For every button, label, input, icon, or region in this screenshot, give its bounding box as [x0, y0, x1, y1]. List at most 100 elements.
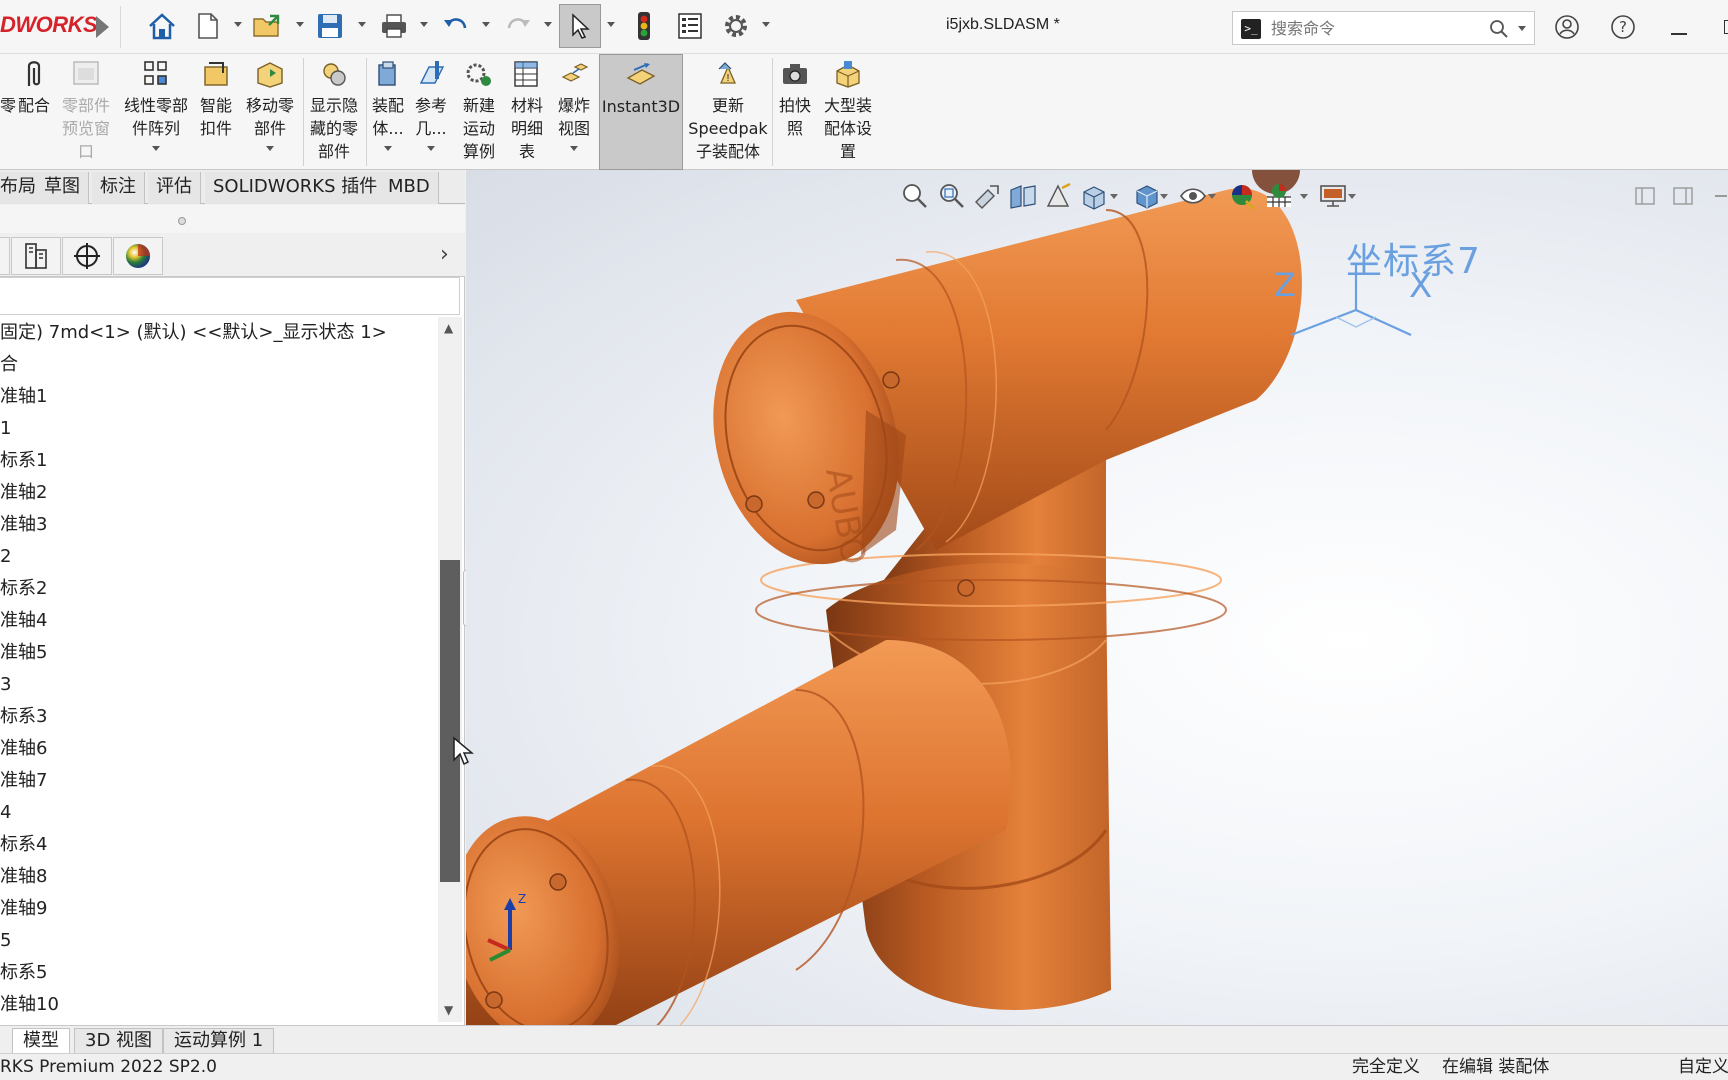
ribbon-assembly-features-button[interactable]: 装配 体...	[369, 54, 407, 170]
save-icon[interactable]	[314, 10, 346, 42]
command-search-box[interactable]: >_	[1232, 11, 1535, 45]
ribbon-take-snapshot-button[interactable]: 拍快 照	[775, 54, 815, 170]
graphics-viewport[interactable]: AUBO 坐标系7 Z X Z	[466, 170, 1728, 1025]
robot-arm-model[interactable]: AUBO	[466, 170, 1728, 1025]
feature-tree-item[interactable]: 2	[0, 541, 436, 573]
hide-show-dropdown-icon[interactable]	[1204, 178, 1220, 214]
print-dropdown-icon[interactable]	[420, 22, 428, 27]
configuration-manager-tab[interactable]	[62, 237, 112, 275]
tab-markup[interactable]: 标注	[92, 172, 145, 204]
search-input[interactable]	[1271, 17, 1481, 39]
feature-tree-item[interactable]: 准轴1	[0, 381, 436, 413]
tab-3d-views[interactable]: 3D 视图	[74, 1028, 164, 1054]
redo-dropdown-icon[interactable]	[544, 22, 552, 27]
maximize-window-icon[interactable]	[1716, 12, 1728, 42]
feature-tree-item[interactable]: 合	[0, 349, 436, 381]
help-icon[interactable]: ?	[1608, 12, 1638, 42]
viewport-split-left-icon[interactable]	[1628, 178, 1662, 214]
options-gear-icon[interactable]	[720, 10, 752, 42]
open-dropdown-icon[interactable]	[296, 22, 304, 27]
feature-tree-item[interactable]: 标系3	[0, 701, 436, 733]
apply-scene-icon[interactable]	[1262, 178, 1296, 214]
account-icon[interactable]	[1552, 12, 1582, 42]
feature-tree-item[interactable]: 标系1	[0, 445, 436, 477]
options-dropdown-icon[interactable]	[762, 22, 770, 27]
feature-tree-item[interactable]: 标系4	[0, 829, 436, 861]
ribbon-show-hidden-components-button[interactable]: 显示隐 藏的零 部件	[306, 54, 362, 170]
reference-geometry-dropdown-icon[interactable]	[427, 146, 435, 151]
viewport-split-right-icon[interactable]	[1666, 178, 1700, 214]
view-settings-dropdown-icon[interactable]	[1344, 178, 1360, 214]
new-dropdown-icon[interactable]	[234, 22, 242, 27]
feature-tree-item[interactable]: 标系5	[0, 957, 436, 989]
feature-tree-item[interactable]: 3	[0, 669, 436, 701]
scrollbar-thumb[interactable]	[440, 560, 460, 882]
feature-tree-item[interactable]: 标系2	[0, 573, 436, 605]
home-icon[interactable]	[146, 10, 178, 42]
feature-tree-item[interactable]: 准轴6	[0, 733, 436, 765]
save-dropdown-icon[interactable]	[358, 22, 366, 27]
scroll-down-arrow-icon[interactable]: ▼	[444, 1003, 453, 1017]
move-component-dropdown-icon[interactable]	[266, 146, 274, 151]
feature-tree-item[interactable]: 准轴10	[0, 989, 436, 1021]
status-custom-units[interactable]: 自定义	[1678, 1054, 1728, 1080]
viewport-minimize-icon[interactable]	[1704, 178, 1728, 214]
minimize-window-icon[interactable]	[1664, 12, 1694, 42]
feature-tree-item[interactable]: 准轴5	[0, 637, 436, 669]
ribbon-new-motion-study-button[interactable]: 新建 运动 算例	[456, 54, 502, 170]
ribbon-exploded-view-button[interactable]: 爆炸 视图	[552, 54, 596, 170]
view-orientation-dropdown-icon[interactable]	[1106, 178, 1122, 214]
search-icon[interactable]	[1489, 19, 1509, 39]
feature-tree-item[interactable]: 准轴9	[0, 893, 436, 925]
feature-tree-item[interactable]: 准轴4	[0, 605, 436, 637]
ribbon-bill-of-materials-button[interactable]: 材料 明细 表	[504, 54, 550, 170]
solidworks-logo[interactable]: DWORKS	[0, 12, 98, 38]
ribbon-move-component-button[interactable]: 移动零 部件	[240, 54, 300, 170]
open-folder-icon[interactable]	[252, 10, 284, 42]
ribbon-reference-geometry-button[interactable]: 参考 几...	[411, 54, 451, 170]
feature-tree-scrollbar[interactable]: ▲ ▼	[438, 317, 462, 1022]
feature-tree-item[interactable]: 固定) 7md<1> (默认) <<默认>_显示状态 1>	[0, 317, 436, 349]
print-icon[interactable]	[378, 10, 410, 42]
ribbon-update-speedpak-button[interactable]: ! 更新 Speedpak 子装配体	[688, 54, 768, 170]
feature-tree-item[interactable]: 1	[0, 413, 436, 445]
ribbon-insert-component-button[interactable]: 零	[0, 54, 16, 170]
property-manager-tab[interactable]	[11, 237, 61, 275]
ribbon-instant3d-button[interactable]: Instant3D	[599, 54, 683, 170]
previous-view-icon[interactable]	[970, 178, 1004, 214]
ribbon-large-assembly-settings-button[interactable]: 大型装 配体设 置	[818, 54, 878, 170]
ribbon-component-preview-button[interactable]: 零部件 预览窗 口	[58, 54, 114, 170]
panel-splitter-handle[interactable]	[178, 217, 186, 225]
exploded-view-dropdown-icon[interactable]	[570, 146, 578, 151]
select-dropdown-icon[interactable]	[607, 22, 615, 27]
tab-solidworks-addins[interactable]: SOLIDWORKS 插件	[205, 172, 387, 204]
feature-manager-tab[interactable]	[0, 237, 10, 275]
search-dropdown-icon[interactable]	[1518, 26, 1526, 31]
scroll-up-arrow-icon[interactable]: ▲	[444, 321, 453, 335]
tab-evaluate[interactable]: 评估	[148, 172, 201, 204]
tab-mbd[interactable]: MBD	[380, 172, 439, 204]
tab-sketch[interactable]: 草图	[36, 172, 89, 204]
zoom-to-area-icon[interactable]	[934, 178, 968, 214]
dynamic-annotation-icon[interactable]	[1042, 178, 1076, 214]
tree-filter-field[interactable]	[0, 277, 460, 315]
assembly-features-dropdown-icon[interactable]	[384, 146, 392, 151]
feature-tree-item[interactable]: 准轴8	[0, 861, 436, 893]
edit-appearance-icon[interactable]	[1226, 178, 1260, 214]
display-style-dropdown-icon[interactable]	[1156, 178, 1172, 214]
linear-pattern-dropdown-icon[interactable]	[152, 146, 160, 151]
display-manager-tab[interactable]	[113, 237, 163, 275]
feature-tree-item[interactable]: 准轴3	[0, 509, 436, 541]
tab-motion-study-1[interactable]: 运动算例 1	[163, 1028, 275, 1054]
file-properties-icon[interactable]	[674, 10, 706, 42]
section-view-icon[interactable]	[1006, 178, 1040, 214]
ribbon-smart-fasteners-button[interactable]: 智能 扣件	[198, 54, 234, 170]
ribbon-linear-pattern-button[interactable]: 线性零部 件阵列	[118, 54, 194, 170]
redo-icon[interactable]	[502, 10, 534, 42]
select-pointer-icon[interactable]	[559, 4, 601, 48]
feature-tree-item[interactable]: 准轴7	[0, 765, 436, 797]
tab-model[interactable]: 模型	[12, 1028, 70, 1054]
new-document-icon[interactable]	[192, 10, 224, 42]
undo-dropdown-icon[interactable]	[482, 22, 490, 27]
menu-expand-arrow-icon[interactable]	[96, 16, 109, 38]
